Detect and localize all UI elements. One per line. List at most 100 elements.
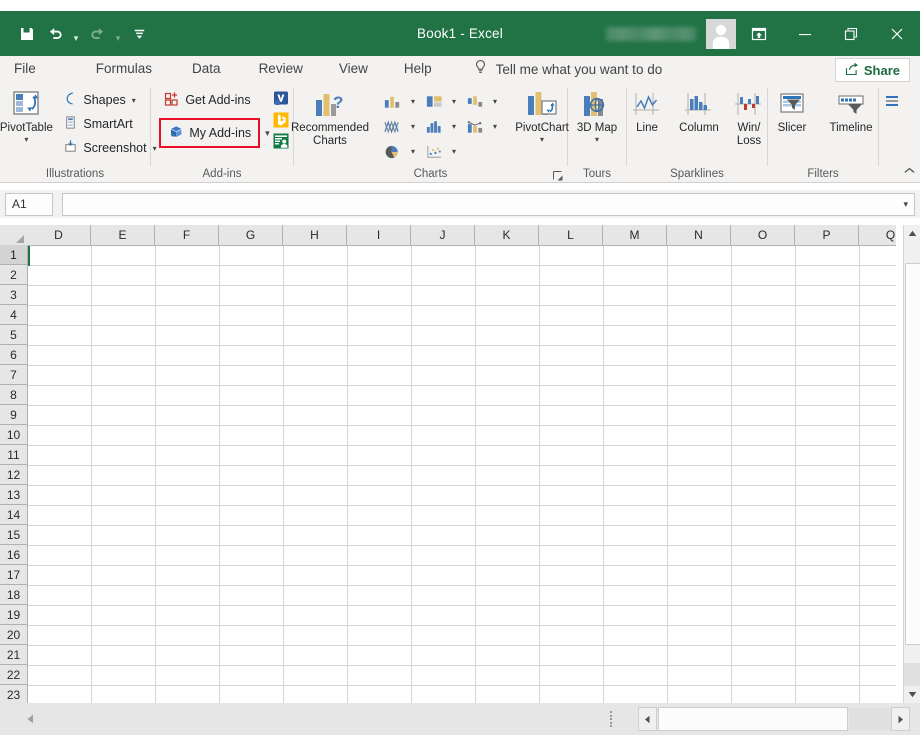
pivottable-button[interactable]: PivotTable ▾ bbox=[0, 86, 58, 145]
grid-cell[interactable] bbox=[732, 446, 796, 466]
row-header[interactable]: 14 bbox=[0, 505, 27, 525]
row-header[interactable]: 5 bbox=[0, 325, 27, 345]
grid-row[interactable] bbox=[28, 266, 896, 286]
slicer-button[interactable]: Slicer bbox=[764, 86, 820, 135]
grid-cell[interactable] bbox=[28, 386, 92, 406]
grid-cell[interactable] bbox=[604, 566, 668, 586]
row-header[interactable]: 20 bbox=[0, 625, 27, 645]
grid-row[interactable] bbox=[28, 566, 896, 586]
grid-cell[interactable] bbox=[860, 666, 896, 686]
grid-cell[interactable] bbox=[540, 586, 604, 606]
grid-cell[interactable] bbox=[92, 446, 156, 466]
grid-row[interactable] bbox=[28, 366, 896, 386]
grid-cell[interactable] bbox=[348, 306, 412, 326]
grid-cell[interactable] bbox=[604, 646, 668, 666]
column-header[interactable]: I bbox=[347, 225, 411, 245]
grid-cell[interactable] bbox=[796, 606, 860, 626]
tab-formulas[interactable]: Formulas bbox=[83, 56, 165, 82]
row-header[interactable]: 21 bbox=[0, 645, 27, 665]
grid-cell[interactable] bbox=[732, 666, 796, 686]
grid-cell[interactable] bbox=[412, 346, 476, 366]
grid-cell[interactable] bbox=[796, 586, 860, 606]
row-header[interactable]: 7 bbox=[0, 365, 27, 385]
grid-cell[interactable] bbox=[284, 306, 348, 326]
grid-cell[interactable] bbox=[540, 546, 604, 566]
grid-cell[interactable] bbox=[796, 366, 860, 386]
grid-cell[interactable] bbox=[92, 386, 156, 406]
grid-cell[interactable] bbox=[604, 486, 668, 506]
grid-cell[interactable] bbox=[732, 686, 796, 703]
grid-cell[interactable] bbox=[604, 606, 668, 626]
grid-cell[interactable] bbox=[284, 686, 348, 703]
grid-cell[interactable] bbox=[28, 286, 92, 306]
grid-cell[interactable] bbox=[28, 346, 92, 366]
grid-cell[interactable] bbox=[28, 686, 92, 703]
grid-cell[interactable] bbox=[156, 566, 220, 586]
grid-cell[interactable] bbox=[412, 646, 476, 666]
grid-cell[interactable] bbox=[28, 506, 92, 526]
grid-cell[interactable] bbox=[284, 446, 348, 466]
grid-cell[interactable] bbox=[220, 606, 284, 626]
grid-cell[interactable] bbox=[348, 606, 412, 626]
grid-cell[interactable] bbox=[668, 286, 732, 306]
grid-cell[interactable] bbox=[540, 666, 604, 686]
grid-cell[interactable] bbox=[156, 326, 220, 346]
column-header[interactable]: N bbox=[667, 225, 731, 245]
grid-cell[interactable] bbox=[732, 526, 796, 546]
grid-cell[interactable] bbox=[412, 306, 476, 326]
row-header[interactable]: 2 bbox=[0, 265, 27, 285]
grid-cell[interactable] bbox=[348, 266, 412, 286]
grid-row[interactable] bbox=[28, 666, 896, 686]
grid-cell[interactable] bbox=[540, 446, 604, 466]
grid-cell[interactable] bbox=[284, 586, 348, 606]
grid-cell[interactable] bbox=[604, 466, 668, 486]
grid-cell[interactable] bbox=[156, 486, 220, 506]
grid-row[interactable] bbox=[28, 246, 896, 266]
row-header[interactable]: 23 bbox=[0, 685, 27, 703]
column-header[interactable]: J bbox=[411, 225, 475, 245]
grid-cell[interactable] bbox=[284, 286, 348, 306]
partial-button[interactable] bbox=[879, 86, 909, 122]
grid-cell[interactable] bbox=[412, 286, 476, 306]
grid-row[interactable] bbox=[28, 626, 896, 646]
grid-cell[interactable] bbox=[732, 606, 796, 626]
grid-cell[interactable] bbox=[796, 306, 860, 326]
sparkline-column-button[interactable]: Column bbox=[671, 86, 727, 135]
grid-cell[interactable] bbox=[156, 346, 220, 366]
grid-cell[interactable] bbox=[348, 566, 412, 586]
grid-cell[interactable] bbox=[668, 626, 732, 646]
grid-cell[interactable] bbox=[92, 646, 156, 666]
grid-cell[interactable] bbox=[156, 366, 220, 386]
grid-cell[interactable] bbox=[860, 326, 896, 346]
column-header[interactable]: L bbox=[539, 225, 603, 245]
grid-row[interactable] bbox=[28, 306, 896, 326]
grid-cell[interactable] bbox=[796, 446, 860, 466]
undo-dropdown-icon[interactable]: ▾ bbox=[70, 18, 82, 50]
column-header[interactable]: O bbox=[731, 225, 795, 245]
grid-cell[interactable] bbox=[220, 426, 284, 446]
tab-review[interactable]: Review bbox=[246, 56, 316, 82]
grid-cell[interactable] bbox=[92, 586, 156, 606]
grid-cell[interactable] bbox=[156, 386, 220, 406]
grid-row[interactable] bbox=[28, 426, 896, 446]
grid-cell[interactable] bbox=[476, 366, 540, 386]
recommended-charts-button[interactable]: ? Recommended Charts bbox=[290, 86, 370, 147]
grid-cell[interactable] bbox=[28, 266, 92, 286]
customize-qat-icon[interactable] bbox=[126, 21, 152, 47]
grid-cell[interactable] bbox=[284, 426, 348, 446]
grid-row[interactable] bbox=[28, 686, 896, 703]
column-header[interactable]: Q bbox=[859, 225, 896, 245]
grid-cell[interactable] bbox=[156, 446, 220, 466]
column-header[interactable]: M bbox=[603, 225, 667, 245]
grid-cell[interactable] bbox=[284, 566, 348, 586]
column-header[interactable]: F bbox=[155, 225, 219, 245]
grid-cell[interactable] bbox=[156, 686, 220, 703]
grid-row[interactable] bbox=[28, 466, 896, 486]
grid-cell[interactable] bbox=[860, 446, 896, 466]
grid-cell[interactable] bbox=[668, 566, 732, 586]
stock-surface-radar-chart-button[interactable] bbox=[376, 114, 410, 139]
column-header[interactable]: E bbox=[91, 225, 155, 245]
grid-cell[interactable] bbox=[860, 526, 896, 546]
grid-cell[interactable] bbox=[732, 506, 796, 526]
grid-cell[interactable] bbox=[540, 646, 604, 666]
